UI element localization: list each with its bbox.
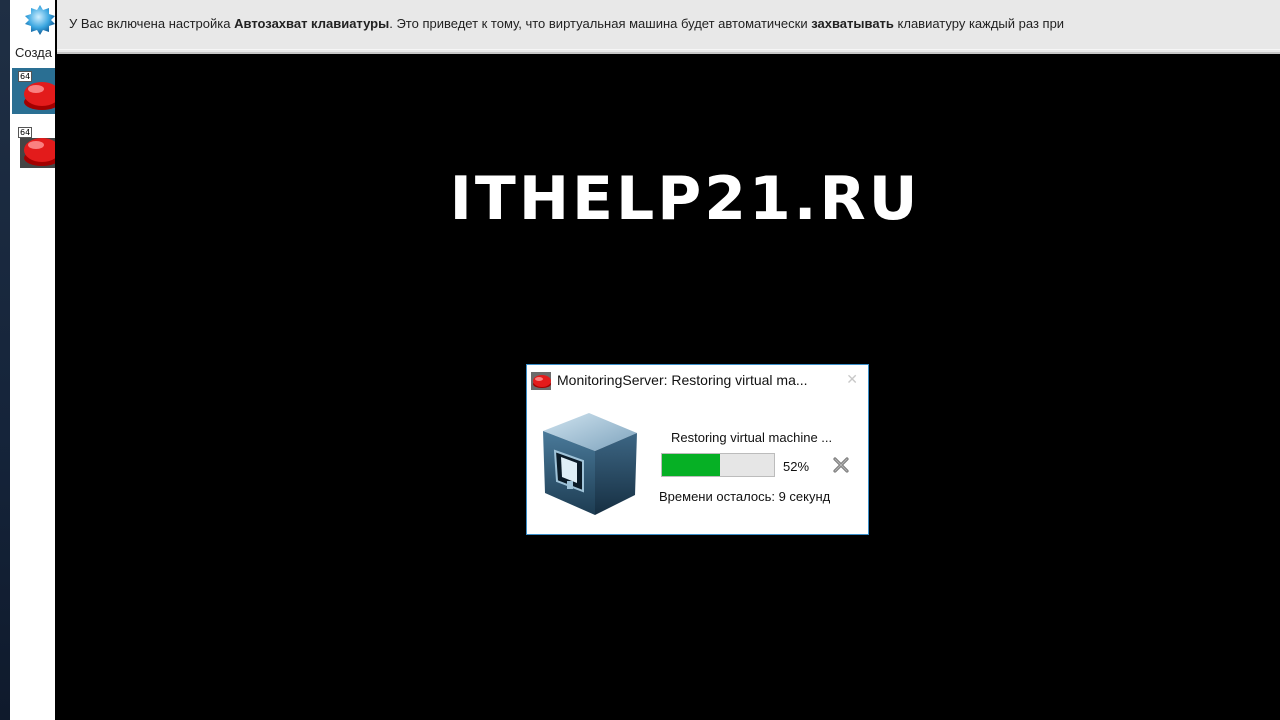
cancel-restore-icon[interactable]	[832, 456, 850, 474]
vm-app-icon	[531, 372, 551, 390]
infobar-action: захватывать	[811, 16, 894, 31]
vm-arch-badge: 64	[18, 71, 33, 82]
new-vm-label[interactable]: Созда	[15, 45, 52, 60]
vm-list-item[interactable]: 64	[12, 124, 55, 170]
new-vm-icon	[25, 5, 55, 35]
dialog-titlebar[interactable]: MonitoringServer: Restoring virtual ma..…	[527, 365, 868, 395]
virtualbox-cube-icon	[543, 413, 637, 515]
infobar-text-middle: . Это приведет к тому, что виртуальная м…	[389, 16, 812, 31]
infobar-setting-name: Автозахват клавиатуры	[234, 16, 390, 31]
dialog-close-icon[interactable]: ✕	[846, 371, 858, 388]
restore-progress-bar	[661, 453, 775, 477]
restore-progress-dialog: MonitoringServer: Restoring virtual ma..…	[526, 364, 869, 535]
new-vm-button[interactable]	[24, 4, 55, 36]
watermark-logo: ITHELP21.RU	[449, 164, 921, 234]
restore-status-text: Restoring virtual machine ...	[671, 430, 833, 445]
time-remaining-text: Времени осталось: 9 секунд	[659, 489, 831, 504]
vm-list-item[interactable]: 64	[12, 68, 55, 114]
progress-bar-fill	[662, 454, 721, 476]
keyboard-capture-infobar: У Вас включена настройка Автозахват клав…	[57, 0, 1280, 54]
host-desktop-edge	[0, 0, 10, 720]
infobar-body: У Вас включена настройка Автозахват клав…	[57, 0, 1280, 50]
dialog-title: MonitoringServer: Restoring virtual ma..…	[557, 372, 808, 388]
infobar-text-before: У Вас включена настройка	[69, 16, 235, 31]
infobar-message: У Вас включена настройка Автозахват клав…	[69, 16, 1064, 31]
vm-arch-badge: 64	[18, 127, 33, 138]
infobar-text-after: клавиатуру каждый раз при	[893, 16, 1065, 31]
progress-percent-label: 52%	[783, 459, 810, 474]
vm-manager-sidebar: Созда 64 64	[10, 0, 55, 720]
